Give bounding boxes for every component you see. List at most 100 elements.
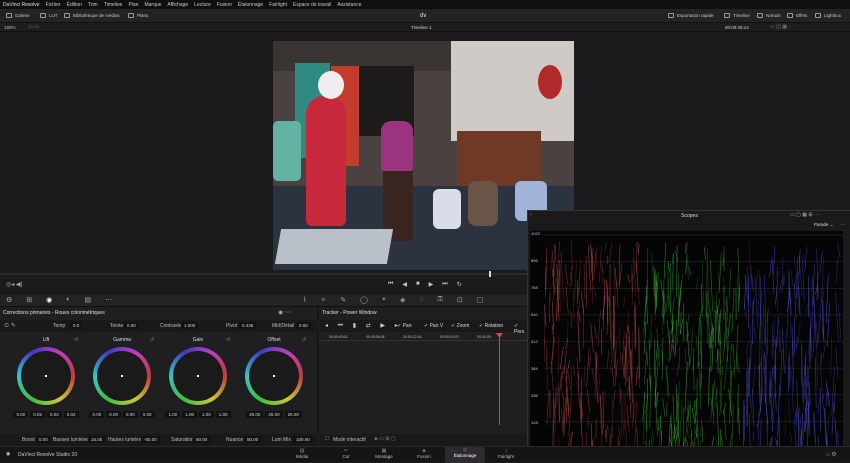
gamma-wheel[interactable] [93,347,151,405]
media-library-icon [64,13,70,18]
home-icon[interactable]: ⌂ ⚙ [826,451,837,458]
interactive-mode-checkbox[interactable]: ☐ [325,436,329,442]
primaries-title: Corrections primaires - Roues colorimétr… [3,310,105,316]
offset-reset-icon[interactable]: ↺ [302,337,306,343]
scopes-layout-icons[interactable]: ▭ ▢ ▦ ⊞ ⋯ [790,212,819,218]
menu-item-mark[interactable]: Marque [144,2,161,8]
window-icon[interactable]: ◯ [360,296,368,304]
menu-item-clip[interactable]: Plan [128,2,138,8]
page-color[interactable]: ◎Étalonnage [445,447,485,463]
panel-options-icon[interactable]: ◉ ⋯ [278,309,291,316]
scopes-collapse-icon[interactable]: ‹ [530,212,532,218]
curves-icon[interactable]: ⌇ [303,296,306,304]
menu-item-trim[interactable]: Trim [88,2,98,8]
auto-balance-icon[interactable]: ⊙ ✎ [4,322,16,329]
motion-effects-icon[interactable]: ⋯ [105,296,112,304]
gallery-button[interactable]: Galerie [6,13,30,18]
scope-mode-selector[interactable]: Parade ⌄ [814,222,834,228]
menu-item-timeline[interactable]: Timeline [104,2,123,8]
saturation-field[interactable]: 50.00 [193,436,210,443]
contrast-field[interactable]: 1.000 [181,322,198,329]
rgb-mixer-icon[interactable]: ▤ [85,296,92,304]
viewer-mode-icons[interactable]: ▭ ◫ ▦ ⋯ [770,24,793,30]
color-wheels-icon[interactable]: ◉ [46,296,52,304]
tracker-icon[interactable]: ⌖ [382,296,386,304]
clips-icon [128,13,134,18]
timeline-button[interactable]: Timeline [724,13,750,18]
menu-item-fusion[interactable]: Fusion [217,2,232,8]
lut-button[interactable]: LUT [40,13,58,18]
track-option-pan-v[interactable]: ✔ Pan V [424,323,443,329]
offset-wheel[interactable] [245,347,303,405]
highlights-field[interactable]: -50.00 [141,436,160,443]
nodes-button[interactable]: Nœuds [757,13,781,18]
first-frame-icon[interactable]: ⏮ [388,281,393,288]
zoom-level[interactable]: 180% [4,25,16,30]
track-option-zoom[interactable]: ✔ Zoom [451,323,469,329]
lift-reset-icon[interactable]: ↺ [74,337,78,343]
page-fusion[interactable]: ◈Fusion [405,448,443,462]
3d-icon[interactable]: ▢ [477,296,484,304]
hue-field[interactable]: 50.00 [244,436,261,443]
menu-item-help[interactable]: Assistance [337,2,361,8]
quick-export-button[interactable]: Exportation rapide [668,13,714,18]
blur-icon[interactable]: ◌ [419,296,423,304]
page-media[interactable]: ▤Média [283,448,321,462]
gain-reset-icon[interactable]: ↺ [226,337,230,343]
media-library-button[interactable]: Bibliothèque de médias [64,13,120,18]
page-edit[interactable]: ▦Montage [365,448,403,462]
pivot-label: Pivot [226,323,237,329]
stop-icon[interactable]: ■ [416,281,420,288]
primaries-panel: Corrections primaires - Roues colorimétr… [0,307,318,447]
menu-item-app[interactable]: DaVinci Resolve [3,2,40,8]
menu-item-color[interactable]: Étalonnage [238,2,263,8]
menu-item-file[interactable]: Fichier [46,2,61,8]
loop-icon[interactable]: ↻ [457,281,462,288]
menu-item-fairlight[interactable]: Fairlight [269,2,287,8]
menu-item-playback[interactable]: Lecture [194,2,211,8]
play-icon[interactable]: ▶ [429,281,434,288]
menu-item-view[interactable]: Affichage [167,2,188,8]
tracker-playhead[interactable] [499,333,500,425]
qualifier-icon[interactable]: ✎ [340,296,346,304]
page-fairlight[interactable]: ♪Fairlight [487,448,525,462]
lum-mix-field[interactable]: 100.00 [293,436,313,443]
lift-wheel[interactable] [17,347,75,405]
lightbox-button[interactable]: Lightbox [815,13,841,18]
clips-button[interactable]: Plans [128,13,148,18]
key-icon[interactable]: ⚿ [438,296,443,304]
gamma-reset-icon[interactable]: ↺ [150,337,154,343]
menu-item-workspace[interactable]: Espace de travail [293,2,331,8]
page-cut[interactable]: ✂Cut [327,448,365,462]
shadows-field[interactable]: 16.00 [88,436,105,443]
tracker-footer-icons[interactable]: ◈ ▭ ⊞ ▢ [374,436,396,442]
color-warper-icon[interactable]: ✧ [320,296,326,304]
boost-field[interactable]: 0.00 [36,436,51,443]
timecode-display[interactable]: 00:00:29:14 [725,25,749,30]
mid-detail-field[interactable]: 0.00 [296,322,311,329]
last-frame-icon[interactable]: ⏭ [442,281,447,288]
scope-settings-icon[interactable]: ⋯ [840,222,845,228]
audio-icon[interactable]: ◎◂ ◀) [6,281,23,288]
track-option-pan[interactable]: ✔ Pan [397,323,412,329]
camera-raw-icon[interactable]: ⚙ [6,296,12,304]
gallery-icon [6,13,12,18]
hdr-icon[interactable]: ◐ [66,296,70,304]
pivot-field[interactable]: 0.435 [239,322,256,329]
effects-button[interactable]: Effets [787,13,807,18]
color-match-icon[interactable]: ⊞ [26,296,32,304]
viewer-options-icon[interactable]: ▭ ▭ [28,24,39,30]
menu-item-edit[interactable]: Édition [67,2,82,8]
sizing-icon[interactable]: ⊡ [457,296,463,304]
reverse-play-icon[interactable]: ◀ [402,281,407,288]
playhead-marker[interactable] [489,271,491,277]
scrubber-track[interactable] [0,273,527,275]
hue-label: Nuance [226,437,243,443]
gain-wheel[interactable] [169,347,227,405]
timeline-selector[interactable]: Timeline 1 [411,25,432,30]
track-buttons[interactable]: ◂ ⏮ ▮ ⇄ ▶ ▸ [325,322,402,330]
track-option-rotation[interactable]: ✔ Rotation [479,323,503,329]
temp-field[interactable]: 0.0 [70,322,82,329]
magic-mask-icon[interactable]: ◈ [400,296,405,304]
tint-field[interactable]: 0.00 [124,322,139,329]
